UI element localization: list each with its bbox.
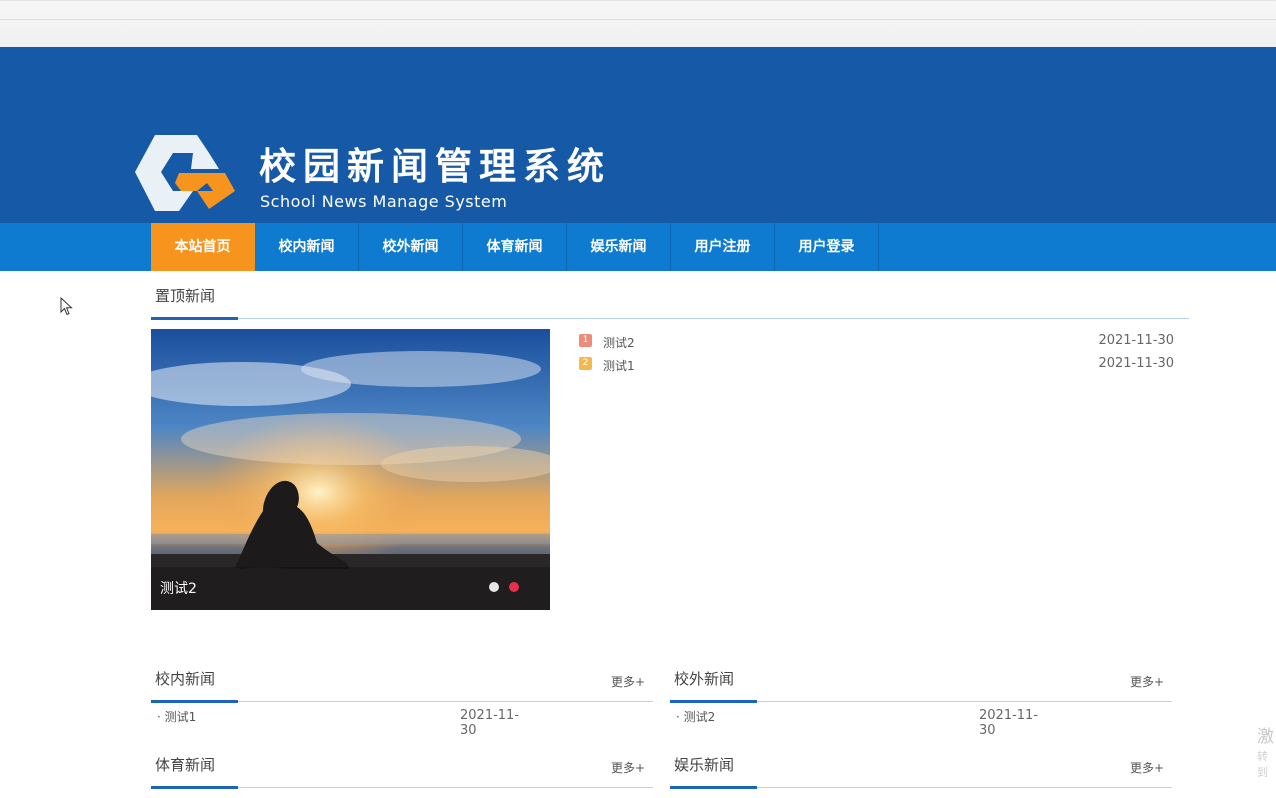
sports-news-accent xyxy=(151,786,238,789)
sports-news-header: 体育新闻 更多+ xyxy=(151,740,653,789)
top-news-slideshow[interactable]: 测试2 xyxy=(151,329,550,610)
campus-news-row[interactable]: · 测试1 2021-11-30 xyxy=(157,708,529,738)
top-news-item-title[interactable]: 测试2 xyxy=(603,334,635,351)
browser-divider xyxy=(0,19,1276,20)
campus-news-more-link[interactable]: 更多+ xyxy=(611,673,645,690)
nav-item-external-news[interactable]: 校外新闻 xyxy=(359,223,463,271)
top-news-title: 置顶新闻 xyxy=(155,287,216,305)
browser-toolbar xyxy=(0,0,1276,48)
news-row-date: 2021-11-30 xyxy=(979,708,1039,738)
nav-item-sports-news[interactable]: 体育新闻 xyxy=(463,223,567,271)
top-news-item-date: 2021-11-30 xyxy=(1098,333,1174,348)
nav-item-home[interactable]: 本站首页 xyxy=(151,223,255,271)
watermark-text: 激 xyxy=(1257,727,1274,747)
nav-item-campus-news[interactable]: 校内新闻 xyxy=(255,223,359,271)
external-news-accent xyxy=(670,700,757,703)
entertainment-news-accent xyxy=(670,786,757,789)
rank-badge: 2 xyxy=(579,357,592,370)
external-news-row[interactable]: · 测试2 2021-11-30 xyxy=(676,708,1048,738)
entertainment-news-more-link[interactable]: 更多+ xyxy=(1130,759,1164,776)
top-news-item[interactable]: 1 测试2 2021-11-30 xyxy=(579,332,1174,352)
campus-news-header: 校内新闻 更多+ xyxy=(151,654,653,703)
external-news-header: 校外新闻 更多+ xyxy=(670,654,1172,703)
top-news-item[interactable]: 2 测试1 2021-11-30 xyxy=(579,355,1174,375)
top-news-item-title[interactable]: 测试1 xyxy=(603,357,635,374)
news-row-title[interactable]: · 测试1 xyxy=(157,708,196,725)
sports-news-more-link[interactable]: 更多+ xyxy=(611,759,645,776)
watermark-subtext: 转到 xyxy=(1257,750,1268,779)
slide-dot-1[interactable] xyxy=(489,582,499,592)
hexagon-g-logo-icon[interactable] xyxy=(135,133,237,211)
campus-news-title: 校内新闻 xyxy=(155,670,216,688)
slide-caption[interactable]: 测试2 xyxy=(160,578,197,598)
nav-item-entertainment-news[interactable]: 娱乐新闻 xyxy=(567,223,671,271)
top-news-accent xyxy=(151,317,238,320)
campus-news-accent xyxy=(151,700,238,703)
top-news-header: 置顶新闻 xyxy=(151,271,1189,320)
nav-list: 本站首页 校内新闻 校外新闻 体育新闻 娱乐新闻 用户注册 用户登录 xyxy=(151,223,879,271)
rank-badge: 1 xyxy=(579,334,592,347)
main-navigation: 本站首页 校内新闻 校外新闻 体育新闻 娱乐新闻 用户注册 用户登录 xyxy=(0,223,1276,271)
site-subtitle: School News Manage System xyxy=(260,192,508,211)
entertainment-news-title: 娱乐新闻 xyxy=(674,756,735,774)
mouse-pointer-icon xyxy=(60,297,73,316)
news-row-title[interactable]: · 测试2 xyxy=(676,708,715,725)
sports-news-title: 体育新闻 xyxy=(155,756,216,774)
site-title: 校园新闻管理系统 xyxy=(259,145,611,188)
external-news-more-link[interactable]: 更多+ xyxy=(1130,673,1164,690)
entertainment-news-header: 娱乐新闻 更多+ xyxy=(670,740,1172,789)
slide-dot-2[interactable] xyxy=(509,582,519,592)
external-news-title: 校外新闻 xyxy=(674,670,735,688)
top-news-item-date: 2021-11-30 xyxy=(1098,356,1174,371)
news-row-date: 2021-11-30 xyxy=(460,708,520,738)
site-header: 校园新闻管理系统 School News Manage System xyxy=(0,47,1276,223)
nav-item-register[interactable]: 用户注册 xyxy=(671,223,775,271)
nav-item-login[interactable]: 用户登录 xyxy=(775,223,879,271)
